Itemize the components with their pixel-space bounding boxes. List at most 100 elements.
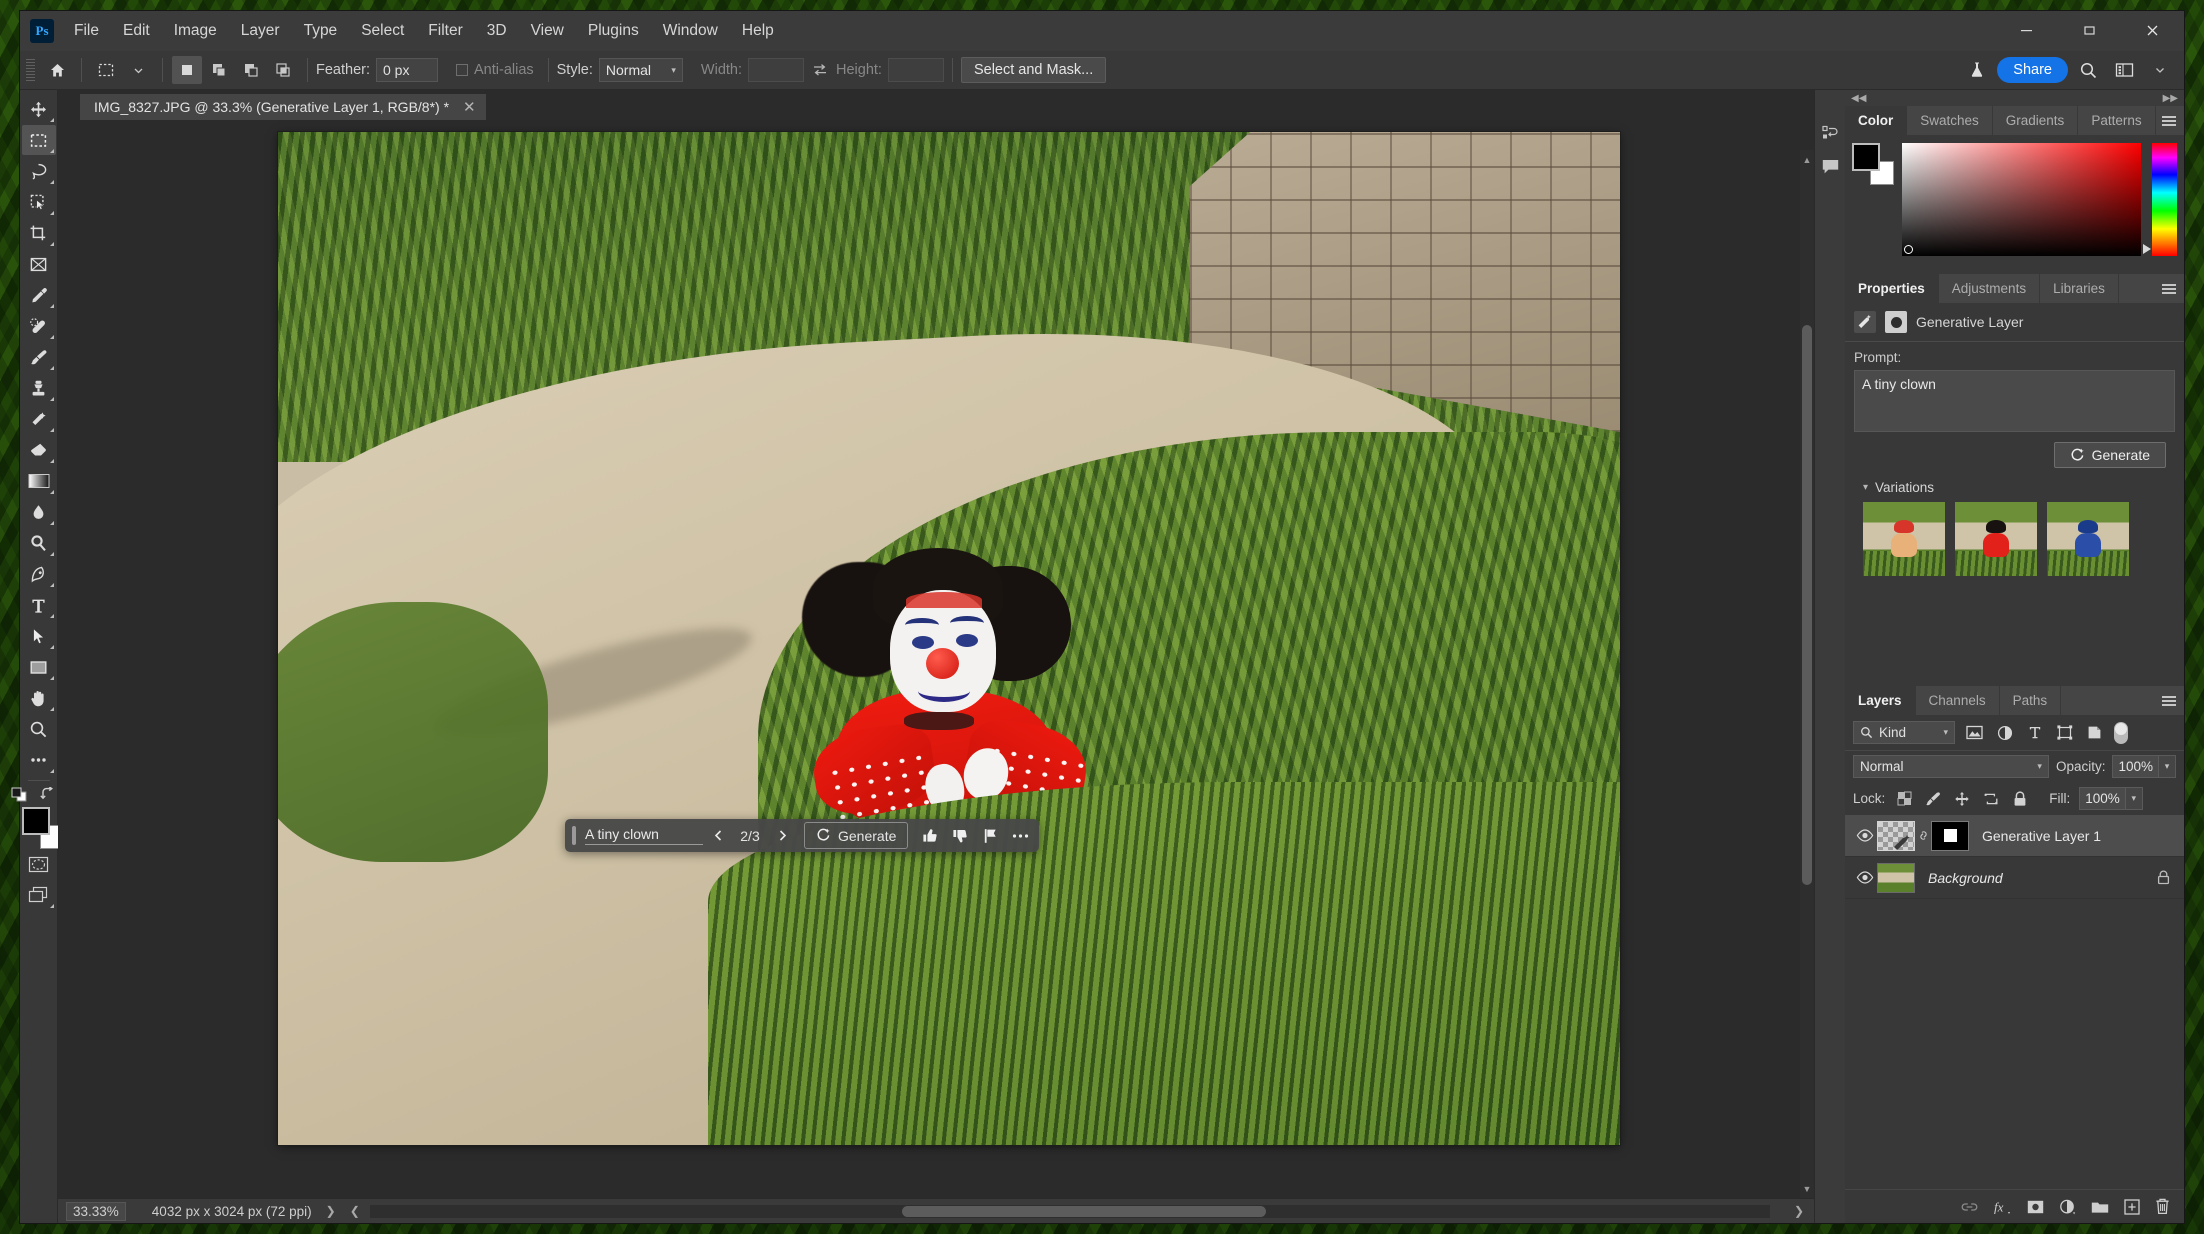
filter-enable-toggle[interactable] [2114, 721, 2128, 744]
opacity-chevron-down-icon[interactable]: ▾ [2159, 755, 2176, 778]
zoom-tool[interactable] [22, 714, 56, 744]
previous-variation-button[interactable] [703, 822, 733, 849]
variation-thumbnail-3[interactable] [2047, 502, 2129, 576]
rectangular-marquee-tool[interactable] [21, 125, 56, 155]
fill-input[interactable]: 100% [2079, 787, 2126, 810]
layer-mask-link-icon[interactable] [1915, 828, 1931, 843]
variations-header[interactable]: ▾ Variations [1854, 468, 2175, 502]
close-button[interactable] [2121, 11, 2184, 49]
menu-plugins[interactable]: Plugins [576, 11, 651, 51]
frame-tool[interactable] [22, 249, 56, 279]
crop-tool[interactable] [22, 218, 56, 248]
canvas-vertical-scrollbar[interactable]: ▲ ▼ [1800, 150, 1814, 1198]
beta-flask-icon[interactable] [1962, 56, 1992, 84]
thumbs-down-icon[interactable] [945, 822, 975, 849]
foreground-color-swatch[interactable] [21, 807, 50, 835]
move-tool[interactable] [22, 94, 56, 124]
dodge-tool[interactable] [22, 528, 56, 558]
lock-position-icon[interactable] [1952, 789, 1972, 809]
new-group-icon[interactable] [2091, 1200, 2109, 1214]
spot-healing-brush-tool[interactable] [22, 311, 56, 341]
maximize-button[interactable] [2058, 11, 2121, 49]
workspace-switcher-icon[interactable] [2109, 56, 2139, 84]
collapse-panels-icon[interactable]: ◀◀ [1851, 93, 1866, 104]
lock-transparent-pixels-icon[interactable] [1894, 789, 1914, 809]
hue-slider[interactable] [2143, 143, 2177, 256]
hand-tool[interactable] [22, 683, 56, 713]
menu-window[interactable]: Window [651, 11, 730, 51]
layer-visibility-toggle[interactable] [1853, 871, 1877, 884]
lock-all-icon[interactable] [2010, 789, 2030, 809]
tab-libraries[interactable]: Libraries [2040, 274, 2119, 303]
filter-adjustment-icon[interactable] [1994, 722, 2015, 743]
close-tab-icon[interactable]: ✕ [463, 98, 476, 116]
zoom-level-input[interactable]: 33.33% [66, 1201, 126, 1221]
type-tool[interactable] [22, 590, 56, 620]
menu-3d[interactable]: 3D [475, 11, 519, 51]
scroll-down-icon[interactable]: ▼ [1800, 1181, 1814, 1196]
document-tab[interactable]: IMG_8327.JPG @ 33.3% (Generative Layer 1… [80, 92, 486, 120]
tab-gradients[interactable]: Gradients [1992, 106, 2079, 135]
edit-toolbar-ellipsis-icon[interactable] [22, 745, 56, 775]
new-layer-icon[interactable] [2124, 1198, 2140, 1215]
style-select[interactable]: Normal ▾ [598, 58, 683, 82]
drag-handle-icon[interactable] [572, 826, 576, 845]
menu-filter[interactable]: Filter [416, 11, 474, 51]
new-adjustment-layer-icon[interactable] [2059, 1199, 2076, 1215]
anti-alias-checkbox[interactable] [456, 64, 468, 76]
tab-layers[interactable]: Layers [1845, 686, 1916, 715]
menu-type[interactable]: Type [292, 11, 350, 51]
tab-paths[interactable]: Paths [1999, 686, 2062, 715]
blur-tool[interactable] [22, 497, 56, 527]
color-swatches[interactable] [21, 807, 64, 849]
color-panel-foreground-swatch[interactable] [1852, 143, 1880, 171]
layer-thumbnail[interactable] [1877, 820, 1915, 851]
history-brush-tool[interactable] [22, 404, 56, 434]
gradient-tool[interactable] [22, 466, 56, 496]
properties-panel-menu-icon[interactable] [2162, 274, 2176, 303]
layer-row-generative-layer-1[interactable]: Generative Layer 1 [1845, 815, 2184, 857]
tab-adjustments[interactable]: Adjustments [1938, 274, 2041, 303]
expand-panels-icon[interactable]: ▶▶ [2163, 93, 2178, 104]
rectangle-tool[interactable] [22, 652, 56, 682]
layer-filter-kind-select[interactable]: Kind ▾ [1853, 721, 1955, 744]
clone-stamp-tool[interactable] [22, 373, 56, 403]
status-prev-chevron-left-icon[interactable]: ❮ [350, 1204, 360, 1218]
variation-thumbnail-2[interactable] [1955, 502, 2037, 576]
layer-mask-thumbnail[interactable] [1931, 820, 1969, 851]
tab-swatches[interactable]: Swatches [1907, 106, 1993, 135]
path-selection-tool[interactable] [22, 621, 56, 651]
canvas-image[interactable]: A tiny clown 2/3 Generate [278, 132, 1620, 1145]
workspace-chevron-down-icon[interactable] [2145, 56, 2175, 84]
tab-channels[interactable]: Channels [1915, 686, 2000, 715]
status-expand-chevron-right-icon[interactable]: ❯ [326, 1204, 336, 1218]
menu-image[interactable]: Image [162, 11, 229, 51]
active-tool-icon-rectangular-marquee[interactable] [91, 56, 121, 84]
canvas-viewport[interactable]: A tiny clown 2/3 Generate ▲ ▼ [58, 120, 1814, 1198]
flag-report-icon[interactable] [975, 822, 1005, 849]
subtract-from-selection-button[interactable] [236, 56, 266, 84]
filter-type-icon[interactable] [2024, 722, 2045, 743]
pen-tool[interactable] [22, 559, 56, 589]
saturation-value-picker[interactable] [1902, 143, 2141, 256]
search-icon[interactable] [2073, 56, 2103, 84]
brush-tool[interactable] [22, 342, 56, 372]
properties-generate-button[interactable]: Generate [2053, 442, 2166, 468]
layer-thumbnail[interactable] [1877, 862, 1915, 893]
prompt-input[interactable]: A tiny clown [1854, 370, 2175, 432]
layer-row-background[interactable]: Background [1845, 857, 2184, 899]
feather-input[interactable]: 0 px [376, 58, 438, 82]
new-selection-button[interactable] [172, 56, 202, 84]
color-panel-swatches[interactable] [1852, 143, 1896, 185]
quick-mask-mode-icon[interactable] [22, 849, 56, 879]
layer-visibility-toggle[interactable] [1853, 829, 1877, 842]
eyedropper-tool[interactable] [22, 280, 56, 310]
fill-chevron-down-icon[interactable]: ▾ [2125, 787, 2143, 810]
menu-help[interactable]: Help [730, 11, 786, 51]
object-selection-tool[interactable] [22, 187, 56, 217]
menu-select[interactable]: Select [349, 11, 416, 51]
layer-style-fx-icon[interactable]: fx [1993, 1199, 2012, 1215]
layer-name[interactable]: Generative Layer 1 [1982, 828, 2101, 844]
menu-layer[interactable]: Layer [229, 11, 292, 51]
taskbar-generate-button[interactable]: Generate [804, 822, 909, 849]
